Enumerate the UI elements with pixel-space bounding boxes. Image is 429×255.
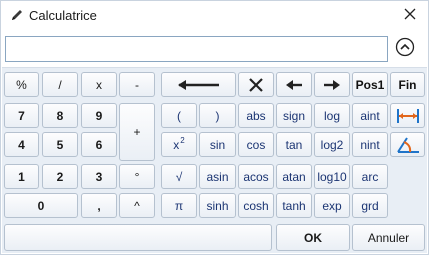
ok-button[interactable]: OK [276, 224, 350, 251]
sign-button[interactable]: sign [276, 103, 312, 128]
arrow-left-icon [285, 79, 303, 91]
digit-0-button[interactable]: 0 [4, 193, 78, 218]
power-button[interactable]: ^ [119, 193, 155, 218]
expand-button[interactable] [394, 37, 416, 62]
atan-button[interactable]: atan [276, 164, 312, 189]
end-button[interactable]: Fin [390, 72, 425, 97]
pi-button[interactable]: π [161, 193, 197, 218]
digit-7-button[interactable]: 7 [4, 103, 39, 128]
expression-input[interactable] [5, 36, 388, 62]
grd-button[interactable]: grd [352, 193, 388, 218]
close-icon [404, 7, 416, 25]
title-bar: Calculatrice [1, 1, 428, 31]
window-title: Calculatrice [29, 8, 97, 23]
tan-button[interactable]: tan [276, 132, 312, 157]
digit-3-button[interactable]: 3 [81, 164, 117, 189]
digit-9-button[interactable]: 9 [81, 103, 117, 128]
clear-button[interactable] [238, 72, 274, 97]
long-arrow-left-icon [177, 79, 221, 91]
plus-button[interactable]: + [119, 103, 155, 161]
comma-button[interactable]: , [81, 193, 117, 218]
multiply-button[interactable]: x [81, 72, 117, 97]
acos-button[interactable]: acos [238, 164, 274, 189]
divide-button[interactable]: / [42, 72, 78, 97]
backspace-button[interactable] [161, 72, 236, 97]
cursor-left-button[interactable] [276, 72, 312, 97]
home-button[interactable]: Pos1 [352, 72, 388, 97]
abs-button[interactable]: abs [238, 103, 274, 128]
chevron-up-circle-icon [395, 37, 415, 62]
digit-6-button[interactable]: 6 [81, 132, 117, 157]
sinh-button[interactable]: sinh [199, 193, 236, 218]
x-icon [249, 77, 263, 92]
log-button[interactable]: log [314, 103, 350, 128]
close-button[interactable] [398, 4, 422, 28]
angle-tool-button[interactable] [390, 132, 425, 157]
status-area [4, 224, 272, 251]
sqrt-button[interactable]: √ [161, 164, 197, 189]
keypad-panel: % / x - Pos1 Fin 7 8 9 + ( ) abs sign lo… [2, 67, 427, 253]
paren-open-button[interactable]: ( [161, 103, 197, 128]
digit-2-button[interactable]: 2 [42, 164, 78, 189]
cos-button[interactable]: cos [238, 132, 274, 157]
sin-button[interactable]: sin [199, 132, 236, 157]
arrow-right-icon [323, 79, 341, 91]
log2-button[interactable]: log2 [314, 132, 350, 157]
angle-measure-icon [395, 135, 421, 155]
distance-measure-icon [395, 107, 421, 125]
pencil-icon [10, 8, 24, 22]
digit-8-button[interactable]: 8 [42, 103, 78, 128]
digit-5-button[interactable]: 5 [42, 132, 78, 157]
cosh-button[interactable]: cosh [238, 193, 274, 218]
square-label: x [173, 137, 180, 152]
log10-button[interactable]: log10 [314, 164, 350, 189]
cursor-right-button[interactable] [314, 72, 350, 97]
square-button[interactable]: x2 [161, 132, 197, 157]
exp-button[interactable]: exp [314, 193, 350, 218]
square-exponent: 2 [180, 136, 185, 145]
tanh-button[interactable]: tanh [276, 193, 312, 218]
paren-close-button[interactable]: ) [199, 103, 236, 128]
digit-1-button[interactable]: 1 [4, 164, 39, 189]
cancel-button[interactable]: Annuler [352, 224, 425, 251]
distance-tool-button[interactable] [390, 103, 425, 128]
digit-4-button[interactable]: 4 [4, 132, 39, 157]
arc-button[interactable]: arc [352, 164, 388, 189]
aint-button[interactable]: aint [352, 103, 388, 128]
percent-button[interactable]: % [4, 72, 39, 97]
nint-button[interactable]: nint [352, 132, 388, 157]
degree-button[interactable]: ° [119, 164, 155, 189]
minus-button[interactable]: - [119, 72, 155, 97]
asin-button[interactable]: asin [199, 164, 236, 189]
